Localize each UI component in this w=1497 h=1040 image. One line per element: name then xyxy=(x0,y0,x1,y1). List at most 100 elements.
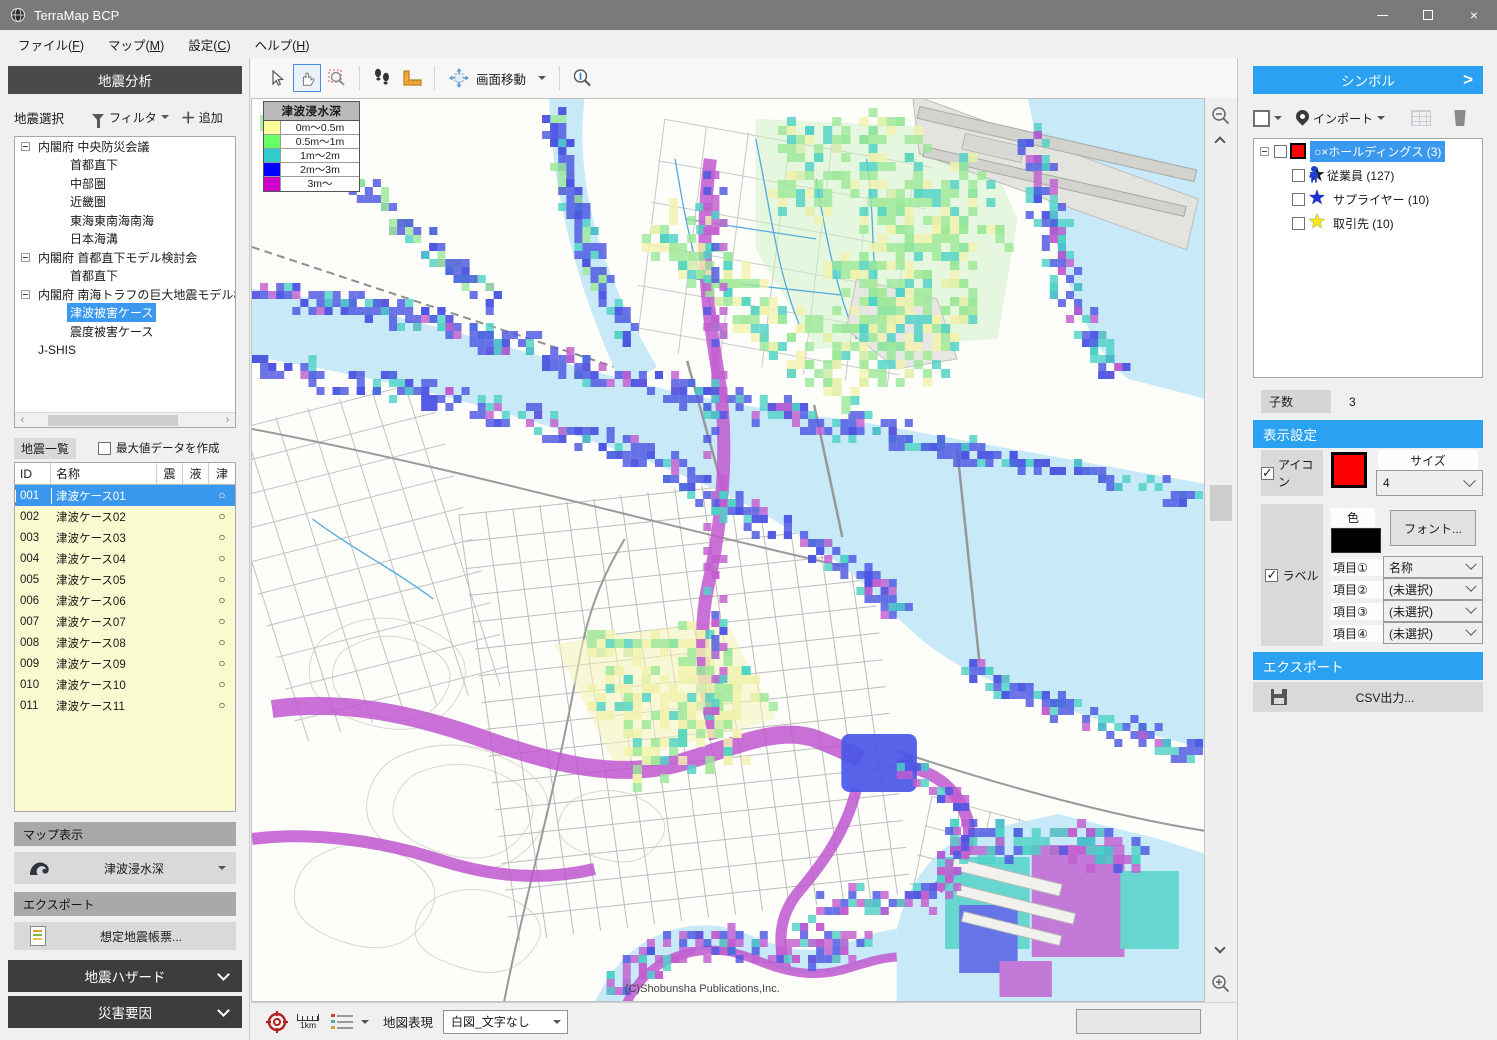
menu-item[interactable]: ファイル(F) xyxy=(6,30,96,59)
tree-item[interactable]: 首都直下 xyxy=(15,156,235,175)
table-row[interactable]: 005 津波ケース05 ○ xyxy=(15,569,235,590)
close-button[interactable]: × xyxy=(1451,0,1497,30)
menu-item[interactable]: ヘルプ(H) xyxy=(243,30,322,59)
pan-tool[interactable] xyxy=(293,64,321,92)
filter-button[interactable]: フィルタ xyxy=(92,109,169,126)
item-checkbox[interactable] xyxy=(1292,193,1305,206)
symbol-tree-item[interactable]: ★ 取引先 (10) xyxy=(1254,211,1482,235)
label-color-swatch[interactable] xyxy=(1331,528,1381,553)
table-row[interactable]: 006 津波ケース06 ○ xyxy=(15,590,235,611)
map-canvas[interactable]: (C)Shobunsha Publications,Inc. 津波浸水深 0m～… xyxy=(251,98,1205,1002)
legend-row: 1m～2m xyxy=(264,149,359,163)
symbol-shape-button[interactable] xyxy=(1253,110,1270,127)
add-button[interactable]: ＋ 追加 xyxy=(181,107,223,128)
table-row[interactable]: 011 津波ケース11 ○ xyxy=(15,695,235,716)
select-tool[interactable] xyxy=(263,64,291,92)
menu-item[interactable]: 設定(C) xyxy=(176,30,242,59)
tree-item[interactable]: 首都直下 xyxy=(15,267,235,286)
menu-item[interactable]: マップ(M) xyxy=(96,30,176,59)
symbol-panel-header[interactable]: シンボル > xyxy=(1253,66,1483,94)
item-dropdown[interactable]: (未選択) xyxy=(1383,622,1483,644)
item-dropdown[interactable]: (未選択) xyxy=(1383,600,1483,622)
icon-checkbox[interactable] xyxy=(1261,467,1274,480)
tree-item[interactable]: J-SHIS xyxy=(15,341,235,360)
map-vscroll-thumb[interactable] xyxy=(1210,485,1232,521)
measure-tool[interactable] xyxy=(398,64,426,92)
legend-swatch xyxy=(264,177,281,191)
compass-icon[interactable] xyxy=(265,1010,289,1034)
table-row[interactable]: 004 津波ケース04 ○ xyxy=(15,548,235,569)
tree-item[interactable]: 近畿圏 xyxy=(15,193,235,212)
legend-swatch xyxy=(264,163,281,176)
size-dropdown[interactable]: 4 xyxy=(1376,470,1483,496)
scrollbar-thumb[interactable] xyxy=(48,415,178,426)
root-checkbox[interactable] xyxy=(1274,145,1287,158)
collapse-right-icon[interactable]: > xyxy=(1463,70,1473,90)
label-checkbox[interactable] xyxy=(1265,569,1278,582)
item-checkbox[interactable] xyxy=(1292,217,1305,230)
chevron-down-icon[interactable] xyxy=(1274,116,1282,120)
trash-icon[interactable] xyxy=(1453,110,1467,126)
table-row[interactable]: 010 津波ケース10 ○ xyxy=(15,674,235,695)
chevron-down-icon[interactable] xyxy=(361,1020,369,1024)
map-style-dropdown[interactable]: 白図_文字なし xyxy=(443,1010,568,1034)
ruler-icon xyxy=(401,68,423,88)
item-label: 項目④ xyxy=(1331,625,1383,642)
table-view-icon[interactable] xyxy=(1411,110,1431,126)
tree-item[interactable]: 内閣府 中央防災会議 xyxy=(15,137,235,156)
walk-tool[interactable] xyxy=(368,64,396,92)
symbol-tree-item[interactable]: ★ サプライヤー (10) xyxy=(1254,187,1482,211)
symbol-tree: ○×ホールディングス (3) ★ 従業員 (127) ★ サプライヤー (10) xyxy=(1253,138,1483,378)
minimize-button[interactable] xyxy=(1359,0,1405,30)
scroll-up-icon[interactable] xyxy=(1214,136,1225,147)
zoom-in-icon[interactable] xyxy=(1211,974,1231,994)
info-search-tool[interactable]: i xyxy=(568,64,596,92)
expander-icon[interactable] xyxy=(21,142,30,151)
zoom-out-icon[interactable] xyxy=(1211,106,1231,126)
tree-item[interactable]: 東海東南海南海 xyxy=(15,211,235,230)
maximize-button[interactable] xyxy=(1405,0,1451,30)
screen-move-dropdown[interactable]: 画面移動 xyxy=(442,65,552,91)
symbol-tree-item[interactable]: ★ 従業員 (127) xyxy=(1254,163,1482,187)
scale-bar-icon[interactable]: 1km xyxy=(297,1014,319,1030)
expander-icon[interactable] xyxy=(21,290,30,299)
table-row[interactable]: 009 津波ケース09 ○ xyxy=(15,653,235,674)
max-data-checkbox[interactable] xyxy=(98,442,111,455)
scroll-left-icon[interactable]: ‹ xyxy=(15,413,30,428)
item-dropdown[interactable]: (未選択) xyxy=(1383,578,1483,600)
label-color-title: 色 xyxy=(1331,508,1375,527)
table-row[interactable]: 001 津波ケース01 ○ xyxy=(15,485,235,506)
item-checkbox[interactable] xyxy=(1292,169,1305,182)
chevron-down-icon[interactable] xyxy=(1377,116,1385,120)
item-dropdown[interactable]: 名称 xyxy=(1383,556,1483,578)
map-layer-dropdown[interactable]: 津波浸水深 xyxy=(14,852,236,884)
tree-item[interactable]: 内閣府 首都直下モデル検討会 xyxy=(15,248,235,267)
title-bar: TerraMap BCP × xyxy=(0,0,1497,30)
tree-item[interactable]: 内閣府 南海トラフの巨大地震モデル検 xyxy=(15,285,235,304)
report-button[interactable]: 想定地震帳票... xyxy=(14,922,236,950)
tree-item[interactable]: 中部圏 xyxy=(15,174,235,193)
legend-list-icon[interactable] xyxy=(331,1013,353,1031)
tree-item[interactable]: 震度被害ケース xyxy=(15,322,235,341)
icon-color-swatch[interactable] xyxy=(1331,452,1367,488)
expander-icon[interactable] xyxy=(21,253,30,262)
scroll-right-icon[interactable]: › xyxy=(220,413,235,428)
import-button[interactable]: インポート xyxy=(1313,110,1373,127)
scroll-down-icon[interactable] xyxy=(1214,942,1225,953)
symbol-tree-root[interactable]: ○×ホールディングス (3) xyxy=(1254,139,1482,163)
tree-item[interactable]: 日本海溝 xyxy=(15,230,235,249)
tree-horizontal-scrollbar[interactable]: ‹ › xyxy=(15,412,235,427)
zoom-select-tool[interactable] xyxy=(323,64,351,92)
table-row[interactable]: 008 津波ケース08 ○ xyxy=(15,632,235,653)
panel-title: 地震分析 xyxy=(8,66,242,94)
table-row[interactable]: 002 津波ケース02 ○ xyxy=(15,506,235,527)
expander-icon[interactable] xyxy=(1260,147,1269,156)
earthquake-analysis-panel: 地震分析 地震選択 フィルタ ＋ 追加 内閣府 中央防災会議 首都直下 xyxy=(0,58,250,1040)
section-earthquake-hazard[interactable]: 地震ハザード xyxy=(8,960,242,992)
table-row[interactable]: 007 津波ケース07 ○ xyxy=(15,611,235,632)
table-row[interactable]: 003 津波ケース03 ○ xyxy=(15,527,235,548)
font-button[interactable]: フォント... xyxy=(1390,510,1476,546)
section-disaster-factor[interactable]: 災害要因 xyxy=(8,996,242,1028)
tree-item[interactable]: 津波被害ケース xyxy=(15,304,235,323)
csv-export-button[interactable]: CSV出力... xyxy=(1253,682,1483,712)
